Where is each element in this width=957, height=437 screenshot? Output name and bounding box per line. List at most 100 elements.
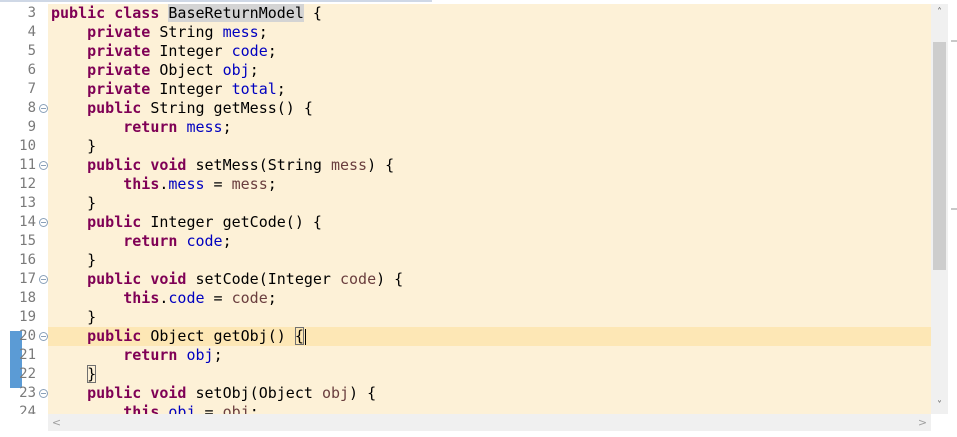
- code-line[interactable]: this.obj = obj;: [48, 403, 931, 414]
- fold-collapse-icon[interactable]: [39, 275, 48, 284]
- code-token: =: [204, 289, 232, 307]
- code-line[interactable]: }: [48, 308, 931, 327]
- overview-ruler-marker[interactable]: [951, 208, 957, 210]
- code-line[interactable]: return obj;: [48, 346, 931, 365]
- code-token: ;: [222, 232, 232, 250]
- line-number: 14: [19, 214, 36, 230]
- line-number: 17: [19, 271, 36, 287]
- code-token: ;: [267, 175, 277, 193]
- code-line[interactable]: return mess;: [48, 118, 931, 137]
- code-token: Integer: [150, 42, 232, 60]
- code-token: ;: [249, 61, 259, 79]
- keyword-token: public: [87, 213, 142, 231]
- code-line[interactable]: }: [48, 137, 931, 156]
- code-line[interactable]: this.code = code;: [48, 289, 931, 308]
- line-number: 9: [27, 119, 36, 135]
- field-token: obj: [168, 403, 196, 414]
- keyword-token: private: [87, 80, 151, 98]
- editor-tab-border: [0, 0, 432, 2]
- code-line[interactable]: public class BaseReturnModel {: [48, 4, 931, 23]
- line-number-gutter: 3 4 5 6 7 8 9 10 11 12 13 14 15 16 17 18 19 20 21 22 23 24: [0, 4, 48, 414]
- code-token: Integer getCode() {: [141, 213, 322, 231]
- code-line[interactable]: }: [48, 251, 931, 270]
- parameter-token: code: [231, 289, 268, 307]
- parameter-token: obj: [222, 403, 250, 414]
- code-line[interactable]: private Integer code;: [48, 42, 931, 61]
- line-number: 8: [27, 100, 36, 116]
- line-number: 13: [19, 195, 36, 211]
- chevron-down-icon[interactable]: ˅: [931, 397, 948, 414]
- code-line[interactable]: private String mess;: [48, 23, 931, 42]
- field-token: obj: [186, 346, 214, 364]
- line-number: 6: [27, 62, 36, 78]
- code-token: String: [150, 23, 223, 41]
- vertical-scrollbar[interactable]: ˄ ˅: [931, 4, 948, 414]
- code-line[interactable]: public Integer getCode() {: [48, 213, 931, 232]
- code-line[interactable]: this.mess = mess;: [48, 175, 931, 194]
- line-number: 21: [19, 347, 36, 363]
- code-editor[interactable]: 3 4 5 6 7 8 9 10 11 12 13 14 15 16 17 18 19 20 21 22 23 24 pu…: [0, 0, 957, 437]
- code-area[interactable]: public class BaseReturnModel { private S…: [48, 4, 931, 414]
- chevron-left-icon[interactable]: <: [48, 414, 65, 431]
- code-line[interactable]: public void setCode(Integer code) {: [48, 270, 931, 289]
- parameter-token: mess: [231, 175, 268, 193]
- line-number: 16: [19, 252, 36, 268]
- keyword-token: return: [123, 346, 178, 364]
- code-token: ;: [213, 346, 223, 364]
- fold-collapse-icon[interactable]: [39, 332, 48, 341]
- field-token: mess: [222, 23, 259, 41]
- code-token: }: [51, 194, 97, 212]
- overview-ruler[interactable]: [948, 4, 957, 431]
- code-line[interactable]: return code;: [48, 232, 931, 251]
- keyword-token: this: [123, 403, 160, 414]
- code-line[interactable]: }: [48, 194, 931, 213]
- class-name-token: BaseReturnModel: [168, 4, 304, 22]
- vertical-scrollbar-thumb[interactable]: [933, 42, 946, 270]
- fold-collapse-icon[interactable]: [39, 218, 48, 227]
- fold-collapse-icon[interactable]: [39, 104, 48, 113]
- code-token: Integer: [150, 80, 232, 98]
- keyword-token: public: [51, 4, 106, 22]
- code-token: setCode(Integer: [186, 270, 340, 288]
- overview-ruler-marker[interactable]: [951, 40, 957, 42]
- keyword-token: return: [123, 118, 178, 136]
- chevron-right-icon[interactable]: >: [914, 414, 931, 431]
- line-number: 15: [19, 233, 36, 249]
- code-line[interactable]: public void setMess(String mess) {: [48, 156, 931, 175]
- code-token: ;: [258, 23, 268, 41]
- field-token: total: [231, 80, 277, 98]
- field-token: code: [186, 232, 223, 250]
- line-number: 22: [19, 366, 36, 382]
- line-number: 23: [19, 385, 36, 401]
- line-number: 18: [19, 290, 36, 306]
- fold-collapse-icon[interactable]: [39, 389, 48, 398]
- code-line[interactable]: }: [48, 365, 931, 384]
- chevron-up-icon[interactable]: ˄: [931, 4, 948, 21]
- fold-collapse-icon[interactable]: [39, 161, 48, 170]
- code-line[interactable]: private Object obj;: [48, 61, 931, 80]
- keyword-token: public: [87, 99, 142, 117]
- code-line[interactable]: public void setObj(Object obj) {: [48, 384, 931, 403]
- code-line[interactable]: public String getMess() {: [48, 99, 931, 118]
- code-token: ;: [267, 289, 277, 307]
- field-token: code: [168, 289, 205, 307]
- keyword-token: class: [114, 4, 160, 22]
- line-number: 24: [19, 404, 36, 414]
- code-token: ;: [222, 118, 232, 136]
- code-token: ) {: [349, 384, 377, 402]
- code-line-current[interactable]: public Object getObj() {: [48, 327, 931, 346]
- horizontal-scrollbar[interactable]: < >: [48, 414, 931, 431]
- code-line[interactable]: private Integer total;: [48, 80, 931, 99]
